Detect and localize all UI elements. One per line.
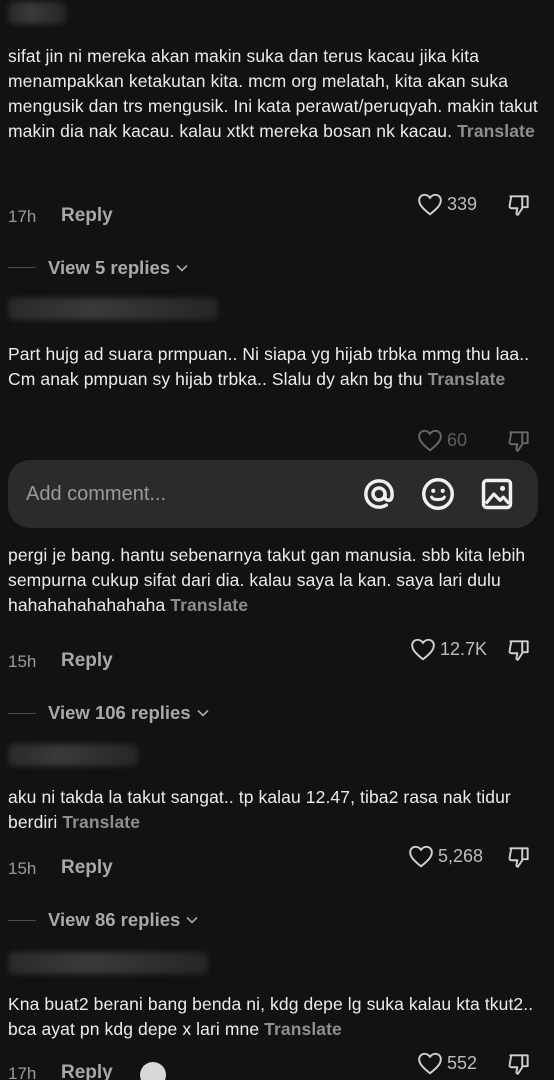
translate-link[interactable]: Translate xyxy=(428,369,506,389)
like-button[interactable]: 339 xyxy=(417,192,477,216)
thumbs-down-icon[interactable] xyxy=(506,1051,532,1077)
thumbs-down-icon[interactable] xyxy=(506,192,532,218)
like-button[interactable]: 5,268 xyxy=(408,844,483,868)
reply-button[interactable]: Reply xyxy=(61,1062,113,1080)
comment-composer xyxy=(8,460,538,528)
chevron-down-icon xyxy=(186,916,198,924)
comment-time: 17h xyxy=(8,207,37,226)
replies-divider xyxy=(8,920,36,921)
comment-text: Part hujg ad suara prmpuan.. Ni siapa yg… xyxy=(8,344,530,389)
comment-text: Kna buat2 berani bang benda ni, kdg depe… xyxy=(8,994,534,1039)
comment-text: aku ni takda la takut sangat.. tp kalau … xyxy=(8,787,511,832)
comment-text: sifat jin ni mereka akan makin suka dan … xyxy=(8,46,538,141)
username-blurred xyxy=(8,2,66,24)
heart-icon xyxy=(418,1052,442,1075)
at-sign-icon[interactable] xyxy=(360,475,398,513)
comment-time: 15h xyxy=(8,859,37,878)
like-count: 60 xyxy=(447,429,468,450)
heart-icon xyxy=(409,845,433,868)
like-button[interactable]: 552 xyxy=(417,1051,477,1075)
view-replies-button[interactable]: View 86 replies xyxy=(48,909,198,931)
comment-time: 17h xyxy=(8,1064,37,1080)
username-blurred xyxy=(8,952,208,974)
username-blurred xyxy=(8,298,218,320)
like-count: 5,268 xyxy=(438,845,484,866)
reply-button[interactable]: Reply xyxy=(61,857,113,879)
reply-button[interactable]: Reply xyxy=(61,650,113,672)
chevron-down-icon xyxy=(197,709,209,717)
reply-button[interactable]: Reply xyxy=(61,205,113,227)
view-replies-button[interactable]: View 5 replies xyxy=(48,257,188,279)
like-count: 339 xyxy=(447,193,478,214)
heart-icon xyxy=(411,638,435,661)
thumbs-down-icon[interactable] xyxy=(506,844,532,870)
comment-text: pergi je bang. hantu sebenarnya takut ga… xyxy=(8,545,526,615)
smiley-icon[interactable] xyxy=(419,475,457,513)
replies-divider xyxy=(8,713,36,714)
translate-link[interactable]: Translate xyxy=(62,812,140,832)
comment-time: 15h xyxy=(8,652,37,671)
like-button[interactable]: 60 xyxy=(417,428,467,452)
chevron-down-icon xyxy=(176,264,188,272)
heart-icon xyxy=(418,193,442,216)
translate-link[interactable]: Translate xyxy=(264,1019,342,1039)
like-count: 552 xyxy=(447,1052,478,1073)
replies-divider xyxy=(8,267,36,268)
heart-icon xyxy=(418,429,442,452)
translate-link[interactable]: Translate xyxy=(457,121,535,141)
image-icon[interactable] xyxy=(478,475,516,513)
like-count: 12.7K xyxy=(440,638,488,659)
thumbs-down-icon[interactable] xyxy=(506,428,532,454)
avatar xyxy=(140,1062,166,1080)
translate-link[interactable]: Translate xyxy=(170,595,248,615)
view-replies-button[interactable]: View 106 replies xyxy=(48,702,209,724)
thumbs-down-icon[interactable] xyxy=(506,637,532,663)
username-blurred xyxy=(8,744,138,766)
like-button[interactable]: 12.7K xyxy=(410,637,487,661)
add-comment-input[interactable] xyxy=(26,478,326,510)
